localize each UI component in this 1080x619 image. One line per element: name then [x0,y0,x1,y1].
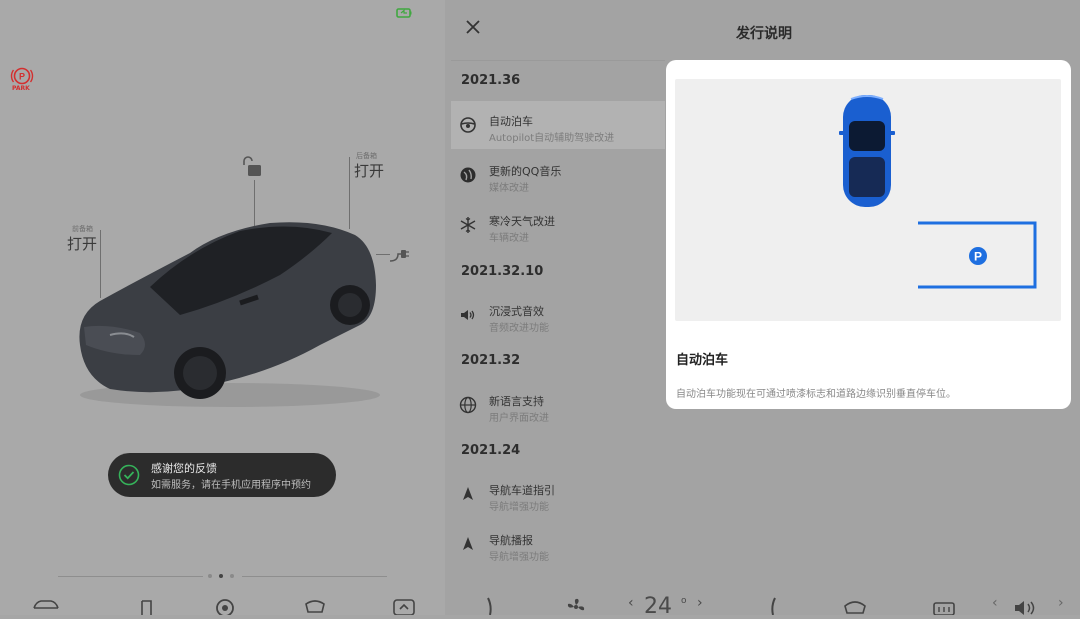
globe-icon [459,396,477,414]
release-item-cold-weather[interactable]: 寒冷天气改进 车辆改进 [451,201,665,249]
item-title: 沉浸式音效 [489,305,544,318]
pager-dot-active[interactable] [219,574,223,578]
item-title: 更新的QQ音乐 [489,165,562,178]
detail-title: 自动泊车 [676,353,729,368]
pager-line-right [242,576,387,577]
divider [451,60,665,61]
park-brake-icon: P PARK [10,66,40,94]
seat-heater-icon[interactable] [484,596,498,616]
fan-icon[interactable] [565,596,587,615]
seat-heater-icon[interactable] [765,596,779,616]
toast-subtitle: 如需服务，请在手机应用程序中预约 [151,480,311,491]
car-icon[interactable] [32,596,60,615]
version-header: 2021.36 [461,73,521,88]
item-title: 寒冷天气改进 [489,215,555,228]
blue-car-top-view [839,95,895,207]
navigation-arrow-icon [459,535,477,553]
navigation-arrow-icon [459,485,477,503]
release-item-qq-music[interactable]: 更新的QQ音乐 媒体改进 [451,151,665,199]
apps-icon[interactable] [393,596,415,616]
pager-line-left [58,576,203,577]
item-title: 导航播报 [489,534,533,547]
item-title: 新语言支持 [489,395,544,408]
item-title: 导航车道指引 [489,484,555,497]
item-title: 自动泊车 [489,115,533,128]
pager-dot[interactable] [208,574,212,578]
check-circle-icon [118,464,140,486]
page-title: 发行说明 [736,26,792,42]
unlock-icon[interactable] [240,156,264,178]
item-subtitle: 导航增强功能 [489,552,549,563]
release-item-auto-park[interactable]: 自动泊车 Autopilot自动辅助驾驶改进 [451,101,665,149]
item-subtitle: 导航增强功能 [489,502,549,513]
detail-description: 自动泊车功能现在可通过喷漆标志和道路边缘识别垂直停车位。 [676,389,956,400]
toast-title: 感谢您的反馈 [151,462,217,475]
temp-up-chevron-icon[interactable]: › [697,595,703,611]
item-subtitle: 用户界面改进 [489,413,549,424]
temperature-value: 24 [644,594,672,619]
wiper-icon[interactable] [304,596,326,615]
feedback-toast: 感谢您的反馈 如需服务，请在手机应用程序中预约 [108,453,336,497]
camera-icon[interactable] [214,596,236,617]
speaker-icon [459,306,477,324]
trunk-open-button[interactable]: 打开 [354,160,384,181]
release-item-new-language[interactable]: 新语言支持 用户界面改进 [451,381,665,429]
release-item-immersive-sound[interactable]: 沉浸式音效 音频改进功能 [451,291,665,339]
parking-sign: P [974,250,982,264]
music-icon[interactable] [138,596,154,615]
auto-park-illustration: P [675,79,1061,321]
version-header: 2021.24 [461,443,521,458]
car-status-panel: P PARK 前备箱 打开 后备箱 打开 感谢您的反馈 如需服务，请在手机应用程… [0,0,445,615]
volume-down-chevron-icon[interactable]: ‹ [992,595,998,611]
version-header: 2021.32 [461,353,521,368]
release-item-lane-guidance[interactable]: 导航车道指引 导航增强功能 [451,470,665,518]
battery-icon [396,4,412,18]
release-item-nav-voice[interactable]: 导航播报 导航增强功能 [451,520,665,568]
snowflake-icon [459,216,477,234]
volume-up-chevron-icon[interactable]: › [1058,595,1064,611]
release-detail-card: P 自动泊车 自动泊车功能现在可通过喷漆标志和道路边缘识别垂直停车位。 [666,60,1071,409]
close-icon[interactable] [464,18,482,36]
volume-icon[interactable] [1012,596,1040,615]
item-subtitle: 音频改进功能 [489,323,549,334]
charge-port-icon[interactable] [388,243,410,265]
item-subtitle: 媒体改进 [489,183,529,194]
steering-wheel-icon [459,116,477,134]
music-app-icon [459,166,477,184]
pager-dot[interactable] [230,574,234,578]
degree-icon: o [681,596,687,606]
front-defrost-icon[interactable] [843,596,867,615]
park-label: PARK [12,85,30,92]
item-subtitle: 车辆改进 [489,233,529,244]
version-header: 2021.32.10 [461,264,544,279]
svg-text:P: P [19,72,25,82]
rear-defrost-icon[interactable] [932,596,956,616]
temp-down-chevron-icon[interactable]: ‹ [628,595,634,611]
item-subtitle: Autopilot自动辅助驾驶改进 [489,133,615,144]
car-illustration [70,205,380,410]
